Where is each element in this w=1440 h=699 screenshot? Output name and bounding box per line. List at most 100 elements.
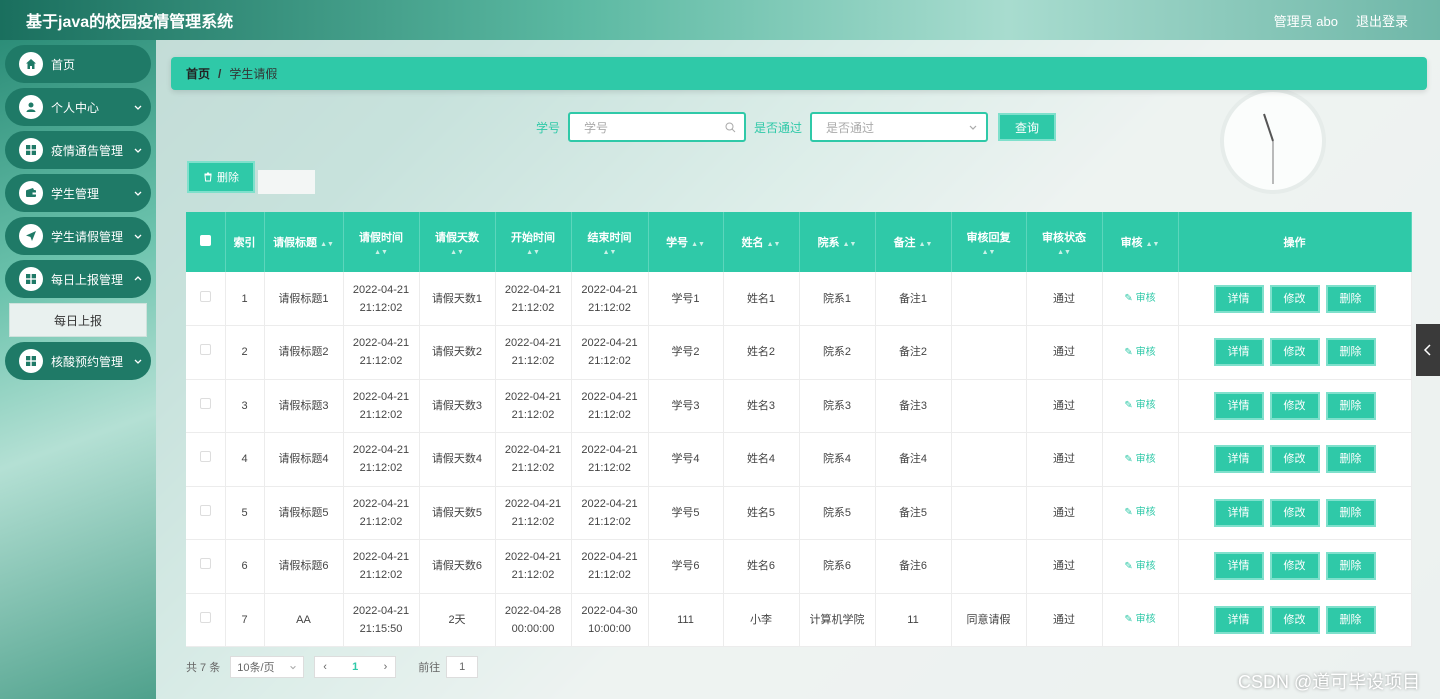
column-header-label: 审核 xyxy=(1120,237,1143,249)
audit-link-label: 审核 xyxy=(1135,346,1156,358)
cell-leave-time: 2022-04-21 21:12:02 xyxy=(343,486,420,540)
row-checkbox[interactable] xyxy=(199,558,211,570)
detail-button[interactable]: 详情 xyxy=(1213,284,1264,313)
sidebar-item-daily-report[interactable]: 每日上报管理 xyxy=(5,260,151,298)
cell-name: 姓名6 xyxy=(723,539,800,594)
sort-icon: ▲▼ xyxy=(602,248,617,256)
detail-button[interactable]: 详情 xyxy=(1213,552,1264,581)
row-checkbox[interactable] xyxy=(199,397,211,409)
cell-audit: ✎ 审核 xyxy=(1102,593,1179,647)
cell-name: 姓名1 xyxy=(723,272,800,326)
batch-delete-button[interactable]: 删除 xyxy=(187,161,255,193)
sidebar-item-label: 每日上报管理 xyxy=(51,272,124,287)
submenu-item-daily-report[interactable]: 每日上报 xyxy=(9,303,147,337)
column-header[interactable]: 学号 ▲▼ xyxy=(648,212,724,272)
column-header[interactable]: 请假时间 ▲▼ xyxy=(343,212,420,272)
column-header[interactable]: 审核回复 ▲▼ xyxy=(951,212,1027,272)
sidebar-item-epidemic-notice[interactable]: 疫情通告管理 xyxy=(5,131,151,169)
sidebar-item-nucleic-acid[interactable]: 核酸预约管理 xyxy=(5,342,151,380)
detail-button[interactable]: 详情 xyxy=(1213,445,1264,474)
cell-reply xyxy=(951,539,1027,594)
chevron-down-icon xyxy=(290,665,297,670)
audit-link[interactable]: ✎ 审核 xyxy=(1124,347,1155,358)
top-bar: 基于java的校园疫情管理系统 管理员 abo 退出登录 xyxy=(0,0,1440,40)
audit-link[interactable]: ✎ 审核 xyxy=(1124,507,1155,518)
delete-button[interactable]: 删除 xyxy=(1325,552,1376,581)
audit-link[interactable]: ✎ 审核 xyxy=(1124,561,1155,572)
audit-link-label: 审核 xyxy=(1135,614,1156,626)
detail-button[interactable]: 详情 xyxy=(1213,338,1264,367)
column-header-label: 备注 xyxy=(893,237,916,249)
cell-actions: 详情 修改 删除 xyxy=(1178,539,1412,594)
row-checkbox[interactable] xyxy=(199,290,211,302)
column-header[interactable]: 请假标题 ▲▼ xyxy=(264,212,344,272)
student-no-input[interactable]: 学号 xyxy=(568,112,747,142)
row-checkbox[interactable] xyxy=(199,344,211,356)
sidebar-item-student-management[interactable]: 学生管理 xyxy=(5,174,151,212)
delete-button[interactable]: 删除 xyxy=(1325,338,1376,367)
cell-end: 2022-04-21 21:12:02 xyxy=(571,539,649,594)
column-header[interactable]: 姓名 ▲▼ xyxy=(723,212,800,272)
audit-link[interactable]: ✎ 审核 xyxy=(1124,614,1155,625)
cell-leave-time: 2022-04-21 21:12:02 xyxy=(343,432,420,487)
edit-button[interactable]: 修改 xyxy=(1269,498,1320,527)
sidebar-item-student-leave[interactable]: 学生请假管理 xyxy=(5,217,151,255)
audit-link[interactable]: ✎ 审核 xyxy=(1124,400,1155,411)
edit-button[interactable]: 修改 xyxy=(1269,445,1320,474)
select-all-checkbox[interactable] xyxy=(199,235,211,246)
cell-remark: 备注4 xyxy=(875,432,952,487)
prev-page-icon[interactable]: ‹ xyxy=(323,661,327,673)
audit-link[interactable]: ✎ 审核 xyxy=(1124,293,1155,304)
column-header-label: 姓名 xyxy=(741,237,764,249)
detail-button[interactable]: 详情 xyxy=(1213,391,1264,420)
delete-button[interactable]: 删除 xyxy=(1325,498,1376,527)
sidebar-item-personal-center[interactable]: 个人中心 xyxy=(5,88,151,126)
cell-student-no: 学号2 xyxy=(648,325,724,380)
detail-button[interactable]: 详情 xyxy=(1213,605,1264,634)
delete-button[interactable]: 删除 xyxy=(1325,605,1376,634)
collapse-toggle[interactable] xyxy=(1416,324,1440,376)
row-checkbox[interactable] xyxy=(199,451,211,463)
breadcrumb-home[interactable]: 首页 xyxy=(186,65,210,82)
current-page[interactable]: 1 xyxy=(352,661,358,673)
cell-leave-time: 2022-04-21 21:12:02 xyxy=(343,539,420,594)
column-header[interactable]: 备注 ▲▼ xyxy=(875,212,952,272)
cell-days: 请假天数4 xyxy=(419,432,496,487)
sort-icon: ▲▼ xyxy=(320,241,334,248)
cell-title: 请假标题5 xyxy=(264,486,344,540)
column-header[interactable]: 审核状态 ▲▼ xyxy=(1026,212,1103,272)
page-size-select[interactable]: 10条/页 xyxy=(230,656,305,678)
edit-button[interactable]: 修改 xyxy=(1269,391,1320,420)
cell-reply xyxy=(951,379,1027,433)
chevron-down-icon xyxy=(134,148,142,153)
cell-start: 2022-04-21 21:12:02 xyxy=(495,325,572,380)
audit-link[interactable]: ✎ 审核 xyxy=(1124,454,1155,465)
approved-select[interactable]: 是否通过 xyxy=(810,112,989,142)
column-header[interactable]: 结束时间 ▲▼ xyxy=(571,212,649,272)
column-header[interactable]: 院系 ▲▼ xyxy=(799,212,876,272)
cell-remark: 备注5 xyxy=(875,486,952,540)
column-header[interactable]: 开始时间 ▲▼ xyxy=(495,212,572,272)
cell-index: 6 xyxy=(225,539,265,594)
edit-button[interactable]: 修改 xyxy=(1269,605,1320,634)
edit-button[interactable]: 修改 xyxy=(1269,338,1320,367)
delete-button[interactable]: 删除 xyxy=(1325,445,1376,474)
logout-link[interactable]: 退出登录 xyxy=(1356,11,1408,30)
delete-button[interactable]: 删除 xyxy=(1325,391,1376,420)
edit-button[interactable]: 修改 xyxy=(1269,552,1320,581)
edit-button[interactable]: 修改 xyxy=(1269,284,1320,313)
delete-button[interactable]: 删除 xyxy=(1325,284,1376,313)
column-header[interactable]: 请假天数 ▲▼ xyxy=(419,212,496,272)
detail-button[interactable]: 详情 xyxy=(1213,498,1264,527)
column-header[interactable]: 审核 ▲▼ xyxy=(1102,212,1179,272)
cell-days: 请假天数2 xyxy=(419,325,496,380)
sort-icon: ▲▼ xyxy=(981,248,996,256)
query-button[interactable]: 查询 xyxy=(998,113,1057,141)
cell-start: 2022-04-21 21:12:02 xyxy=(495,486,572,540)
next-page-icon[interactable]: › xyxy=(384,661,388,673)
row-checkbox[interactable] xyxy=(199,504,211,516)
row-checkbox[interactable] xyxy=(199,611,211,623)
sidebar-item-home[interactable]: 首页 xyxy=(5,45,151,83)
goto-page-input[interactable]: 1 xyxy=(446,656,479,678)
cell-leave-time: 2022-04-21 21:12:02 xyxy=(343,272,420,326)
